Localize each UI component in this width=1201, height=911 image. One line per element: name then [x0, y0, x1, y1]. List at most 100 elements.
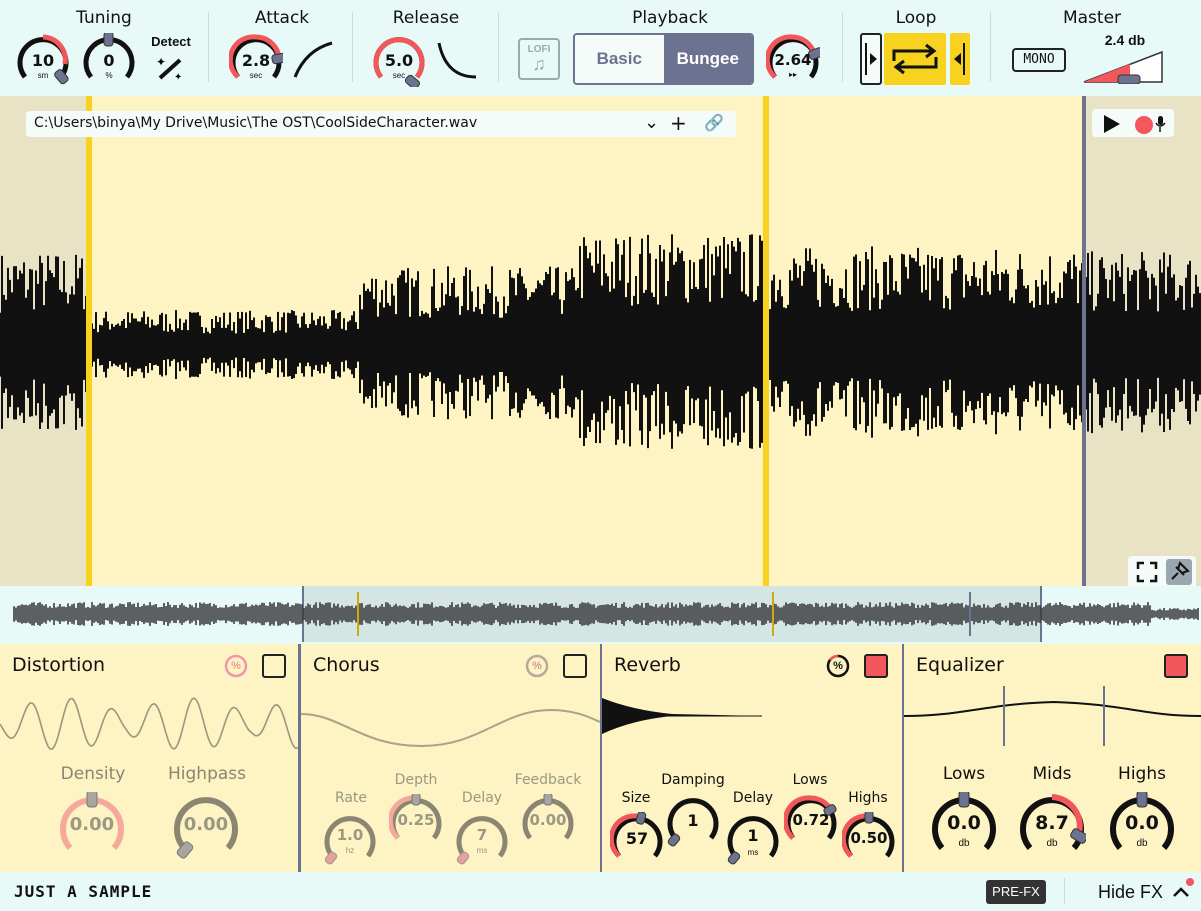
waveform-editor[interactable]: [0, 96, 1201, 586]
loop-end-marker[interactable]: [1082, 96, 1086, 586]
semitone-unit: sm: [37, 71, 49, 80]
reverb-decay-preview: [602, 698, 762, 734]
distortion-enable-checkbox[interactable]: [262, 654, 286, 678]
hide-fx-button[interactable]: Hide FX: [1098, 882, 1163, 903]
chevron-down-icon[interactable]: ⌄: [644, 112, 659, 133]
chorus-mix-knob[interactable]: %: [525, 654, 549, 678]
release-knob[interactable]: 5.0 sec: [372, 33, 426, 90]
transport-controls: [1092, 109, 1174, 137]
distortion-title: Distortion: [12, 654, 106, 676]
distortion-waveform-preview: [0, 697, 298, 750]
depth-knob[interactable]: 0.25: [387, 792, 443, 848]
eq-highs-unit: db: [1136, 838, 1148, 849]
attack-title: Attack: [254, 8, 310, 28]
size-value: 57: [625, 829, 649, 848]
speed-value: 2.64: [774, 51, 812, 69]
reverb-mix-knob[interactable]: %: [826, 654, 850, 678]
eq-mids-label: Mids: [1032, 764, 1072, 784]
distortion-mix-knob[interactable]: %: [224, 654, 248, 678]
semitone-knob[interactable]: 10 sm: [16, 33, 70, 87]
chevron-up-icon[interactable]: [1170, 884, 1192, 900]
reverb-enable-checkbox[interactable]: [864, 654, 888, 678]
highpass-value: 0.00: [183, 814, 229, 835]
reverb-lows-knob[interactable]: 0.72: [782, 794, 838, 848]
detect-wand-icon[interactable]: ✦ ✦: [154, 52, 188, 83]
reverb-delay-knob[interactable]: 1 ms: [726, 812, 780, 866]
divider: [498, 12, 499, 82]
pin-icon: [1171, 561, 1190, 580]
divider: [208, 12, 209, 82]
start-marker[interactable]: [86, 96, 92, 586]
playback-title: Playback: [632, 8, 708, 28]
reverb-highs-knob[interactable]: 0.50: [840, 810, 896, 866]
rate-unit: hz: [345, 846, 355, 855]
attack-knob[interactable]: 2.8 sec: [227, 33, 287, 87]
eq-highs-knob[interactable]: 0.0 db: [1108, 790, 1176, 860]
notification-dot: [1186, 878, 1194, 886]
rate-label: Rate: [334, 790, 368, 806]
svg-text:✦: ✦: [174, 72, 182, 82]
reverb-title: Reverb: [614, 654, 681, 676]
loop-end-button[interactable]: [950, 33, 970, 85]
depth-value: 0.25: [397, 811, 435, 829]
prefx-button[interactable]: PRE-FX: [986, 880, 1046, 904]
attack-value: 2.8: [241, 51, 271, 70]
reverb-delay-label: Delay: [732, 790, 774, 806]
equalizer-title: Equalizer: [916, 654, 1004, 676]
loop-title: Loop: [895, 8, 937, 28]
file-path-bar[interactable]: C:\Users\binya\My Drive\Music\The OST\Co…: [26, 111, 736, 137]
highpass-knob[interactable]: 0.00: [172, 792, 240, 860]
damping-knob[interactable]: 1: [666, 794, 720, 848]
cents-knob[interactable]: 0 %: [82, 31, 136, 87]
rate-knob[interactable]: 1.0 hz: [323, 812, 377, 866]
speed-unit: ▸▸: [788, 70, 798, 79]
eq-mids-unit: db: [1046, 838, 1058, 849]
link-icon[interactable]: 🔗: [704, 113, 724, 132]
add-file-icon[interactable]: +: [670, 111, 687, 135]
bungee-mode-button[interactable]: Bungee: [663, 35, 752, 83]
end-marker[interactable]: [763, 96, 769, 586]
mono-button[interactable]: MONO: [1012, 48, 1066, 72]
chorus-delay-knob[interactable]: 7 ms: [455, 812, 509, 866]
status-bar: JUST A SAMPLE PRE-FX Hide FX: [0, 872, 1201, 911]
eq-mids-value: 8.7: [1035, 812, 1069, 834]
divider: [990, 12, 991, 82]
lofi-button[interactable]: LOFI ♫: [518, 38, 560, 80]
pin-button[interactable]: [1166, 559, 1192, 585]
chorus-delay-value: 7: [476, 826, 488, 844]
playback-mode-toggle[interactable]: Basic Bungee: [573, 33, 754, 85]
basic-mode-button[interactable]: Basic: [575, 35, 664, 83]
density-label: Density: [60, 764, 126, 784]
eq-highs-label: Highs: [1118, 764, 1166, 784]
eq-lows-knob[interactable]: 0.0 db: [930, 790, 998, 860]
speed-knob[interactable]: 2.64 ▸▸: [764, 33, 824, 87]
top-toolbar: Tuning 10 sm 0 % Detect ✦ ✦ Attack 2.8 se…: [0, 0, 1201, 96]
density-knob[interactable]: 0.00: [58, 790, 126, 860]
master-title: Master: [1062, 8, 1122, 28]
divider: [1064, 878, 1065, 904]
play-icon[interactable]: [1100, 113, 1122, 135]
loop-toggle-button[interactable]: [884, 33, 946, 85]
feedback-knob[interactable]: 0.00: [521, 792, 575, 848]
size-knob[interactable]: 57: [608, 811, 664, 866]
fullscreen-icon[interactable]: [1136, 561, 1158, 583]
file-path: C:\Users\binya\My Drive\Music\The OST\Co…: [34, 115, 478, 131]
rate-value: 1.0: [336, 826, 364, 844]
reverb-lows-value: 0.72: [792, 811, 830, 829]
reverb-panel: Reverb % Size Damping Delay Lows Highs 5…: [602, 644, 902, 872]
release-curve-icon: [437, 42, 477, 79]
waveform-overview[interactable]: [0, 586, 1201, 642]
depth-label: Depth: [394, 772, 438, 788]
release-unit: sec: [392, 71, 406, 80]
master-gain-slider[interactable]: [1082, 50, 1164, 84]
chorus-enable-checkbox[interactable]: [563, 654, 587, 678]
cents-value: 0: [103, 51, 115, 70]
equalizer-enable-checkbox[interactable]: [1164, 654, 1188, 678]
loop-start-icon: [865, 43, 877, 75]
loop-start-button[interactable]: [860, 33, 882, 85]
eq-mids-knob[interactable]: 8.7 db: [1018, 792, 1088, 860]
record-icon[interactable]: [1132, 113, 1168, 135]
brand-logo: JUST A SAMPLE: [14, 882, 153, 901]
feedback-label: Feedback: [514, 772, 582, 788]
eq-lows-label: Lows: [942, 764, 986, 784]
